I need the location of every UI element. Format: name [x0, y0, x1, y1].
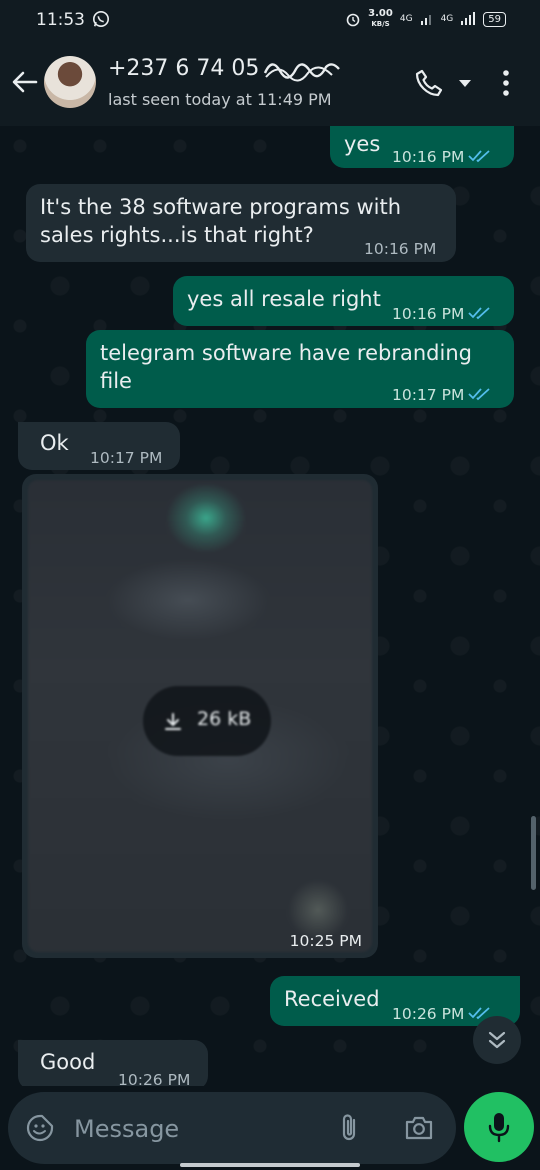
double-chevron-down-icon — [488, 1031, 506, 1049]
message-time-text: 10:17 PM — [392, 386, 465, 404]
chat-conversation[interactable]: yes 10:16 PM It's the 38 software progra… — [0, 126, 540, 1086]
status-icons: 3.00 KB/S 4G 4G 59 — [345, 9, 506, 29]
status-bar: 11:53 3.00 KB/S 4G 4G 59 — [0, 0, 540, 40]
camera-icon[interactable] — [404, 1114, 434, 1142]
message-text: Ok — [40, 431, 69, 455]
message-text: yes — [344, 132, 381, 156]
message-time: 10:25 PM — [289, 932, 362, 950]
message-bubble-outgoing[interactable]: yes 10:16 PM — [330, 126, 514, 168]
message-text: It's the 38 software programs with sales… — [40, 195, 402, 247]
message-time: 10:17 PM — [392, 381, 492, 409]
message-bubble-incoming[interactable]: It's the 38 software programs with sales… — [26, 184, 456, 262]
chat-header: +237 6 74 05 last seen today at 11:49 PM — [0, 40, 540, 126]
more-options-icon[interactable] — [496, 68, 516, 98]
message-time-text: 10:26 PM — [392, 1005, 465, 1023]
message-time: 10:17 PM — [90, 449, 163, 467]
speed-value: 3.00 — [368, 8, 393, 19]
microphone-icon — [488, 1113, 510, 1143]
download-icon — [165, 713, 181, 730]
message-time: 10:26 PM — [118, 1071, 191, 1086]
download-image-button[interactable]: 26 kB — [143, 686, 271, 756]
redaction-scribble — [263, 63, 340, 82]
sticker-emoji-icon[interactable] — [26, 1114, 54, 1142]
last-seen-status: last seen today at 11:49 PM — [108, 90, 332, 109]
call-options-chevron-icon[interactable] — [458, 76, 472, 90]
message-text: Received — [284, 987, 380, 1011]
attach-paperclip-icon[interactable] — [338, 1112, 362, 1144]
contact-avatar[interactable] — [44, 56, 96, 108]
message-bubble-incoming[interactable]: Ok 10:17 PM — [18, 422, 180, 470]
network-speed: 3.00 KB/S — [368, 9, 393, 29]
signal-icon-2 — [461, 12, 476, 25]
battery-indicator: 59 — [483, 11, 506, 27]
chat-scrollbar[interactable] — [531, 816, 536, 890]
message-bubble-outgoing[interactable]: yes all resale right 10:16 PM — [173, 276, 514, 326]
network-label-1: 4G — [399, 14, 413, 24]
read-receipt-icon — [468, 307, 490, 320]
signal-icon — [420, 15, 431, 25]
message-time-text: 10:16 PM — [392, 305, 465, 323]
scroll-to-bottom-button[interactable] — [473, 1016, 521, 1064]
speed-unit: KB/S — [371, 20, 390, 28]
message-bubble-outgoing[interactable]: telegram software have rebranding file 1… — [86, 330, 514, 408]
message-composer — [8, 1092, 456, 1164]
read-receipt-icon — [468, 150, 490, 163]
message-time: 10:16 PM — [364, 240, 437, 258]
home-indicator — [180, 1163, 360, 1167]
whatsapp-notification-icon — [92, 10, 110, 28]
message-time: 10:26 PM — [392, 1000, 492, 1028]
message-time: 10:16 PM — [392, 143, 492, 171]
image-message[interactable]: 26 kB 10:25 PM — [22, 474, 378, 958]
voice-message-button[interactable] — [464, 1092, 534, 1162]
message-time-text: 10:16 PM — [392, 148, 465, 166]
download-size: 26 kB — [197, 708, 252, 730]
contact-name[interactable]: +237 6 74 05 — [108, 56, 259, 81]
status-time: 11:53 — [36, 10, 85, 30]
message-bubble-outgoing[interactable]: Received 10:26 PM — [270, 976, 520, 1026]
message-input[interactable] — [72, 1108, 326, 1150]
phone-call-icon[interactable] — [414, 68, 444, 98]
message-time: 10:16 PM — [392, 300, 492, 328]
alarm-icon — [346, 13, 360, 27]
network-label-2: 4G — [440, 14, 454, 24]
message-bubble-incoming[interactable]: Good 10:26 PM — [18, 1040, 208, 1086]
back-arrow-icon[interactable] — [10, 67, 40, 97]
message-text: yes all resale right — [187, 287, 381, 311]
read-receipt-icon — [468, 388, 490, 401]
blurred-image-preview[interactable]: 26 kB — [28, 480, 372, 952]
message-text: Good — [40, 1050, 96, 1074]
